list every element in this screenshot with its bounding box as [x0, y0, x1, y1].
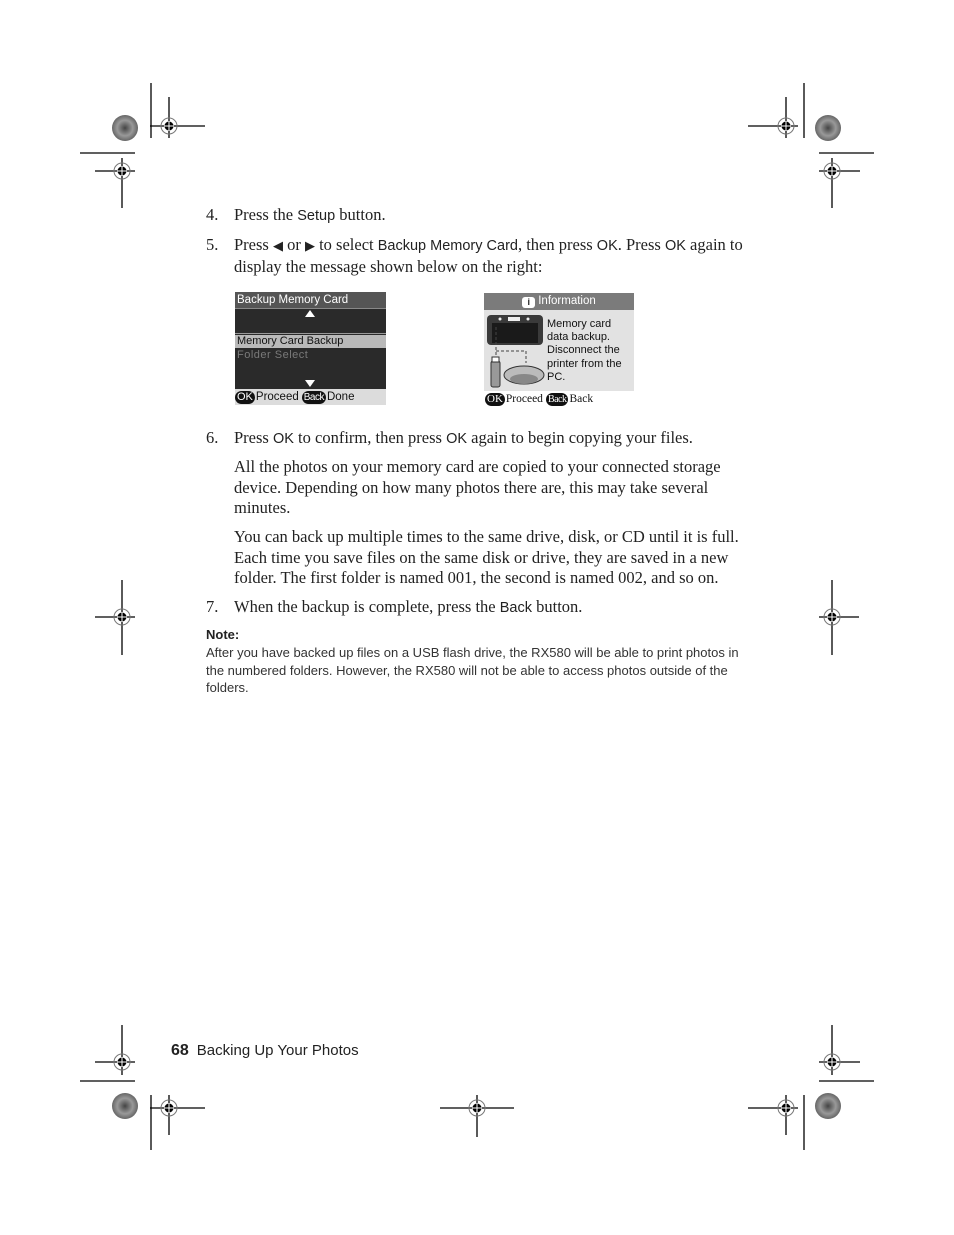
back-label: Done [326, 391, 355, 403]
scroll-up-arrow-icon [305, 310, 315, 317]
printer-led [498, 317, 502, 321]
step-4: 4. Press the Setup button. [206, 205, 766, 227]
color-wheel-icon [112, 1093, 138, 1119]
menu-item-memory-card-backup: Memory Card Backup [235, 335, 386, 348]
crop-mark [748, 83, 874, 208]
color-wheel-icon [815, 1093, 841, 1119]
registration-mark-icon [777, 1099, 795, 1117]
screen-footer: OK Proceed Back Done [235, 389, 386, 405]
note-heading: Note: [206, 627, 240, 642]
crop-mark [819, 580, 859, 655]
screen-message: Memory card data backup. Disconnect the … [547, 318, 633, 384]
color-wheel-icon [112, 115, 138, 141]
left-arrow-icon: ◀ [272, 238, 283, 253]
screen-title: i Information [484, 293, 634, 310]
registration-mark-icon [823, 1053, 841, 1071]
crop-mark [80, 83, 205, 208]
step-text: again to begin copying your files. [467, 428, 693, 447]
ok-label: Proceed [505, 393, 543, 405]
paragraph: You can back up multiple times to the sa… [234, 527, 739, 587]
section-title: Backing Up Your Photos [196, 1042, 359, 1059]
printer-display [508, 317, 520, 321]
step-text: When the backup is complete, press the [234, 597, 500, 616]
ui-term-back: Back [499, 600, 532, 616]
screen-title: Backup Memory Card [235, 292, 386, 309]
step-number: 6. [206, 428, 219, 447]
step-text: to select [314, 235, 378, 254]
menu-item-folder-select: Folder Select [237, 349, 309, 361]
step-text: . Press [617, 235, 665, 254]
page-number: 68 [171, 1042, 189, 1059]
crop-mark [95, 580, 135, 655]
ui-term-setup: Setup [297, 208, 336, 224]
registration-mark-icon [823, 608, 841, 626]
paragraph: All the photos on your memory card are c… [234, 457, 721, 517]
color-wheel-icon [815, 115, 841, 141]
step-6: 6. Press OK to confirm, then press OK ag… [206, 428, 766, 450]
message-line: PC. [547, 370, 566, 383]
cd-disc [510, 374, 538, 384]
usb-connector [491, 356, 500, 363]
step-text: button. [335, 205, 386, 224]
message-line: Memory card [547, 318, 612, 330]
registration-mark-icon [823, 162, 841, 180]
note-body: After you have backed up files on a USB … [206, 645, 739, 695]
step-number: 5. [206, 235, 219, 254]
page-footer: 68 Backing Up Your Photos [171, 1042, 359, 1060]
registration-mark-icon [468, 1099, 486, 1117]
registration-mark-icon [113, 162, 131, 180]
divider [235, 333, 386, 334]
back-button-icon: Back [545, 392, 569, 406]
ui-term-ok: OK [272, 431, 294, 447]
ui-term-ok: OK [664, 238, 686, 254]
screen-footer: OK Proceed Back Back [485, 391, 635, 407]
crop-mark [748, 1025, 874, 1150]
information-icon: i [522, 297, 536, 308]
scroll-down-arrow-icon [305, 380, 315, 387]
step-text: or [282, 235, 305, 254]
step-text: button. [532, 597, 583, 616]
registration-mark-icon [113, 608, 131, 626]
message-line: Disconnect the [547, 344, 620, 357]
lcd-screen-information: i Information Memory card data backup. Di… [484, 293, 634, 391]
step-number: 7. [206, 597, 219, 616]
crop-mark [440, 1095, 514, 1137]
registration-mark-icon [160, 117, 178, 135]
step-5: 5. Press ◀ or ▶ to select Backup Memory … [206, 235, 766, 277]
step-text: Press [234, 428, 273, 447]
step-number: 4. [206, 205, 219, 224]
message-line: printer from the [547, 357, 622, 370]
screen-title-text: Information [538, 295, 596, 307]
step-text: Press the [234, 205, 298, 224]
step-text: Press [234, 235, 273, 254]
step-7: 7. When the backup is complete, press th… [206, 597, 766, 619]
ui-term-backup-memory-card: Backup Memory Card [377, 238, 518, 254]
ok-button-icon: OK [235, 390, 255, 404]
back-button-icon: Back [301, 390, 326, 404]
back-label: Back [569, 393, 594, 405]
lcd-screen-backup-menu: Backup Memory Card Memory Card Backup Fo… [235, 292, 386, 405]
message-line: data backup. [547, 331, 610, 344]
step-text: to confirm, then press [293, 428, 447, 447]
printer-front [492, 323, 538, 343]
ok-button-icon: OK [485, 392, 505, 406]
printer-led [526, 317, 530, 321]
step-text: , then press [517, 235, 597, 254]
registration-mark-icon [777, 117, 795, 135]
right-arrow-icon: ▶ [304, 238, 315, 253]
ui-term-ok: OK [446, 431, 468, 447]
usb-drive [490, 360, 501, 388]
ok-label: Proceed [255, 391, 299, 403]
document-page: 4. Press the Setup button. 5. Press ◀ or… [0, 0, 954, 1235]
printer-usb-illustration [487, 315, 545, 388]
registration-mark-icon [160, 1099, 178, 1117]
ui-term-ok: OK [596, 238, 618, 254]
registration-mark-icon [113, 1053, 131, 1071]
